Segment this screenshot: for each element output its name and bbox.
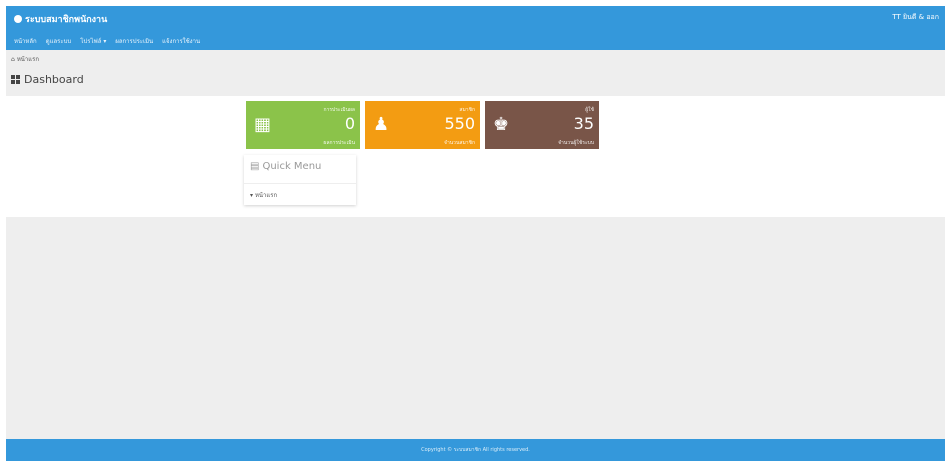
page-title: Dashboard — [11, 73, 84, 86]
home-icon: ⌂ — [11, 55, 15, 63]
main-nav: หน้าหลัก ดูแลระบบ โปรไฟล์ ▾ ผลการประเมิน… — [14, 36, 200, 46]
stat-tile-evaluations[interactable]: ▦ การประเมินผล 0 ผลการประเมิน — [246, 101, 360, 149]
quick-menu-item[interactable]: ▾ หน้าแรก — [250, 190, 277, 200]
tile-sub: ผลการประเมิน — [323, 140, 355, 146]
user-icon: ♟ — [373, 114, 390, 135]
breadcrumb-home[interactable]: หน้าแรก — [17, 54, 39, 64]
bullet-icon: ▾ — [250, 192, 254, 199]
quick-menu-item-label: หน้าแรก — [254, 192, 278, 199]
user-tie-icon: ♚ — [493, 114, 510, 135]
nav-item-results[interactable]: ผลการประเมิน — [115, 36, 153, 46]
tile-label: การประเมินผล — [323, 107, 355, 113]
tile-sub: จำนวนผู้ใช้ระบบ — [558, 140, 594, 146]
footer-text: Copyright © ระบบสมาชิก All rights reserv… — [421, 447, 530, 453]
user-text[interactable]: TT ยินดี & ออก — [892, 12, 939, 23]
brand-icon — [14, 15, 22, 23]
title-bar: ⌂ หน้าแรก Dashboard — [6, 50, 945, 96]
quick-menu-title-text: Quick Menu — [262, 161, 322, 172]
quick-menu-title: ▤ Quick Menu — [250, 161, 321, 172]
quick-menu-panel: ▤ Quick Menu ▾ หน้าแรก — [244, 155, 356, 205]
stat-tile-members[interactable]: ♟ สมาชิก 550 จำนวนสมาชิก — [365, 101, 480, 149]
tile-sub: จำนวนสมาชิก — [444, 140, 475, 146]
content-background — [6, 217, 945, 439]
brand-text: ระบบสมาชิกพนักงาน — [25, 15, 108, 25]
page-title-text: Dashboard — [24, 73, 84, 86]
building-icon: ▦ — [254, 114, 272, 135]
footer: Copyright © ระบบสมาชิก All rights reserv… — [6, 439, 945, 461]
divider — [244, 183, 356, 184]
user-menu[interactable]: TT ยินดี & ออก — [892, 12, 939, 23]
nav-item-profile[interactable]: โปรไฟล์ ▾ — [80, 36, 106, 46]
breadcrumb: ⌂ หน้าแรก — [11, 54, 39, 64]
tile-value: 0 — [344, 114, 355, 133]
tile-value: 550 — [444, 114, 475, 133]
tile-label: สมาชิก — [459, 107, 475, 113]
dashboard-icon — [11, 75, 20, 84]
brand[interactable]: ระบบสมาชิกพนักงาน — [14, 12, 107, 26]
nav-item-home[interactable]: หน้าหลัก — [14, 36, 37, 46]
stat-tile-users[interactable]: ♚ ผู้ใช้ 35 จำนวนผู้ใช้ระบบ — [485, 101, 599, 149]
tile-label: ผู้ใช้ — [585, 107, 594, 113]
tile-value: 35 — [573, 114, 594, 133]
nav-item-admin[interactable]: ดูแลระบบ — [46, 36, 72, 46]
calendar-icon: ▤ — [250, 161, 260, 172]
top-header: ระบบสมาชิกพนักงาน TT ยินดี & ออก หน้าหลั… — [6, 6, 945, 50]
nav-item-notify[interactable]: แจ้งการใช้งาน — [162, 36, 200, 46]
